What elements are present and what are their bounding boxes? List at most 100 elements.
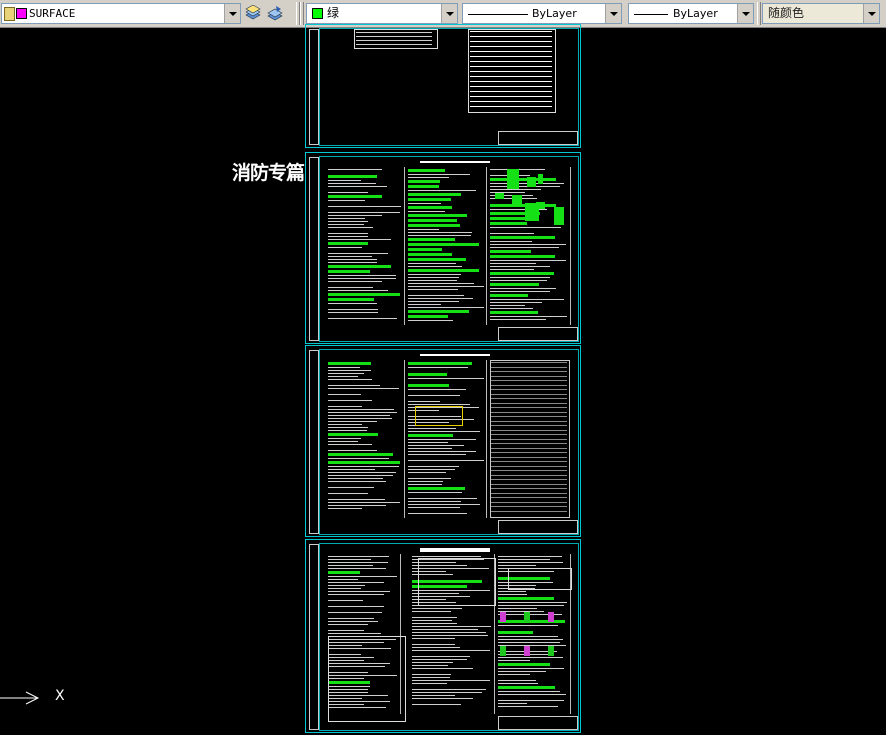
toolbar-grip[interactable] bbox=[300, 2, 304, 25]
drawing-sheet bbox=[305, 152, 581, 344]
table-row bbox=[491, 380, 567, 381]
text-line bbox=[490, 299, 564, 300]
drawing-sheet bbox=[305, 345, 581, 537]
text-line bbox=[498, 680, 536, 681]
text-line bbox=[498, 625, 558, 626]
text-line bbox=[328, 418, 392, 419]
text-line bbox=[408, 442, 448, 443]
text-line bbox=[408, 439, 476, 440]
text-line bbox=[328, 293, 400, 296]
text-line bbox=[328, 582, 384, 583]
text-line bbox=[328, 242, 368, 245]
text-line bbox=[408, 315, 448, 318]
text-line bbox=[328, 265, 391, 268]
text-line bbox=[328, 236, 368, 237]
text-line bbox=[412, 659, 467, 660]
layer-properties-icon[interactable] bbox=[266, 5, 284, 22]
text-line bbox=[412, 626, 491, 627]
text-line bbox=[408, 235, 471, 236]
text-line bbox=[328, 376, 358, 377]
diagram-block bbox=[527, 176, 537, 188]
text-line bbox=[408, 389, 466, 390]
sheet-title bbox=[420, 354, 490, 356]
text-line bbox=[328, 370, 371, 371]
table-row bbox=[470, 61, 552, 62]
text-line bbox=[328, 458, 389, 459]
plotstyle-dropdown-arrow[interactable] bbox=[863, 4, 879, 23]
text-line bbox=[408, 248, 442, 251]
sheet-title bbox=[420, 548, 490, 552]
plotstyle-dropdown[interactable]: 随颜色 bbox=[762, 3, 880, 24]
lineweight-label: ByLayer bbox=[673, 7, 718, 20]
table-row bbox=[491, 434, 567, 435]
color-dropdown[interactable]: 绿 bbox=[306, 3, 458, 24]
table-row bbox=[470, 51, 552, 52]
text-line bbox=[498, 671, 546, 672]
table-row bbox=[491, 366, 567, 368]
sheet-title bbox=[420, 161, 490, 163]
text-line bbox=[328, 618, 374, 619]
text-line bbox=[328, 373, 364, 374]
layer-dropdown[interactable]: SURFACE bbox=[1, 3, 241, 24]
text-line bbox=[490, 316, 567, 317]
text-line bbox=[490, 250, 531, 253]
drawing-canvas[interactable] bbox=[0, 24, 886, 735]
diagram-block bbox=[506, 169, 520, 190]
text-line bbox=[408, 238, 455, 241]
table-row bbox=[470, 101, 552, 102]
text-line bbox=[412, 620, 452, 621]
text-line bbox=[412, 556, 481, 557]
text-line bbox=[412, 680, 490, 681]
text-line bbox=[408, 469, 455, 470]
text-line bbox=[328, 493, 368, 494]
table-row bbox=[470, 46, 552, 47]
table-row bbox=[491, 362, 567, 363]
linetype-dropdown-arrow[interactable] bbox=[605, 4, 621, 23]
text-line bbox=[328, 281, 382, 282]
table-row bbox=[470, 96, 552, 97]
table-row bbox=[491, 492, 567, 494]
title-block bbox=[498, 716, 578, 730]
drawing-sheet bbox=[305, 539, 581, 733]
text-line bbox=[408, 445, 464, 446]
linetype-dropdown[interactable]: ByLayer bbox=[462, 3, 622, 24]
color-dropdown-arrow[interactable] bbox=[441, 4, 457, 23]
text-line bbox=[490, 266, 550, 267]
text-line bbox=[328, 430, 367, 431]
text-line bbox=[328, 600, 363, 601]
table-row bbox=[491, 452, 567, 453]
text-line bbox=[412, 632, 486, 633]
text-line bbox=[490, 272, 554, 275]
text-line bbox=[328, 433, 378, 436]
toolbar-grip[interactable] bbox=[757, 2, 761, 25]
text-line bbox=[498, 556, 562, 557]
text-line bbox=[408, 286, 484, 287]
text-line bbox=[498, 608, 537, 609]
table-row bbox=[491, 447, 567, 449]
text-line bbox=[328, 444, 372, 445]
lineweight-dropdown-arrow[interactable] bbox=[737, 4, 753, 23]
lineweight-dropdown[interactable]: ByLayer bbox=[628, 3, 754, 24]
layer-dropdown-arrow[interactable] bbox=[224, 4, 240, 23]
text-line bbox=[356, 44, 432, 45]
table-row bbox=[470, 91, 552, 92]
text-line bbox=[328, 472, 396, 473]
column-divider bbox=[486, 167, 487, 325]
text-line bbox=[412, 617, 457, 618]
text-line bbox=[498, 645, 566, 646]
text-line bbox=[408, 258, 466, 261]
table-row bbox=[470, 71, 552, 72]
text-line bbox=[328, 262, 377, 263]
text-line bbox=[408, 395, 460, 396]
text-line bbox=[498, 597, 554, 600]
text-line bbox=[408, 295, 464, 296]
text-line bbox=[328, 630, 364, 631]
text-line bbox=[328, 256, 372, 257]
text-line bbox=[498, 605, 564, 606]
layer-previous-icon[interactable] bbox=[244, 4, 262, 22]
text-line bbox=[408, 498, 477, 499]
text-line bbox=[328, 633, 381, 634]
text-line bbox=[408, 401, 440, 402]
text-line bbox=[490, 288, 556, 289]
detail-drawing bbox=[548, 646, 554, 656]
